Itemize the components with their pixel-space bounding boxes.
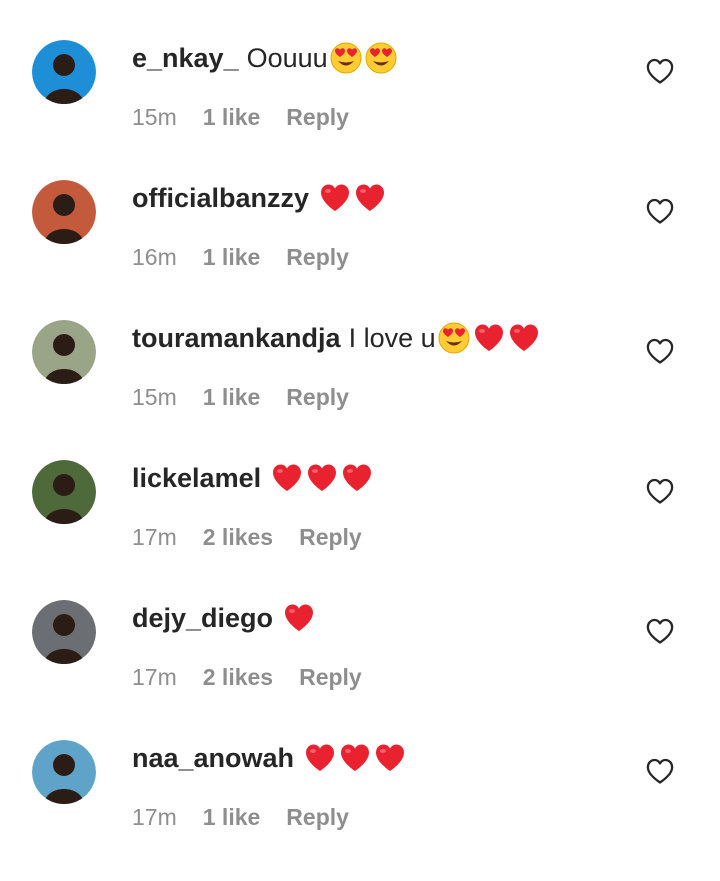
comment-time: 15m (132, 384, 177, 410)
reply-button[interactable]: Reply (286, 804, 349, 831)
username[interactable]: dejy_diego (132, 603, 273, 634)
comment-line: naa_anowah (132, 738, 407, 778)
red-heart-emoji (305, 461, 339, 495)
comment-text: Oouuu (247, 41, 398, 75)
comment-meta: 16m 1 like Reply (132, 244, 349, 271)
avatar[interactable] (32, 40, 96, 104)
comment-line: officialbanzzy (132, 178, 387, 218)
red-heart-emoji (282, 601, 316, 635)
reply-button[interactable]: Reply (286, 104, 349, 131)
comment-meta: 17m 2 likes Reply (132, 524, 362, 551)
username[interactable]: lickelamel (132, 463, 261, 494)
comment-item: naa_anowah 17m 1 like Reply (0, 700, 720, 840)
comment-line: dejy_diego (132, 598, 316, 638)
comment-meta: 15m 1 like Reply (132, 384, 349, 411)
comment-text (302, 741, 407, 775)
reply-button[interactable]: Reply (299, 664, 362, 691)
avatar[interactable] (32, 180, 96, 244)
avatar[interactable] (32, 460, 96, 524)
avatar[interactable] (32, 320, 96, 384)
emoji-group (281, 601, 316, 635)
emoji-group (269, 461, 374, 495)
comment-item: officialbanzzy 16m 1 like Reply (0, 140, 720, 280)
comment-line: e_nkay_ Oouuu (132, 38, 398, 78)
comment-text (317, 181, 387, 215)
reply-button[interactable]: Reply (286, 244, 349, 271)
comment-meta: 17m 2 likes Reply (132, 664, 362, 691)
heart-outline-icon[interactable] (646, 478, 674, 504)
heart-outline-icon[interactable] (646, 198, 674, 224)
red-heart-emoji (507, 321, 541, 355)
red-heart-emoji (270, 461, 304, 495)
username[interactable]: e_nkay_ (132, 43, 239, 74)
red-heart-emoji (340, 461, 374, 495)
red-heart-emoji (338, 741, 372, 775)
username[interactable]: officialbanzzy (132, 183, 309, 214)
username[interactable]: touramankandja (132, 323, 341, 354)
comment-item: lickelamel 17m 2 likes Reply (0, 420, 720, 560)
comment-line: touramankandja I love u (132, 318, 541, 358)
emoji-group (302, 741, 407, 775)
comment-item: e_nkay_ Oouuu 15m 1 like Reply (0, 0, 720, 140)
comment-meta: 17m 1 like Reply (132, 804, 349, 831)
heart-outline-icon[interactable] (646, 338, 674, 364)
heart-eyes-emoji (329, 41, 363, 75)
comment-time: 17m (132, 664, 177, 690)
comment-time: 17m (132, 804, 177, 830)
comment-item: dejy_diego 17m 2 likes Reply (0, 560, 720, 700)
heart-outline-icon[interactable] (646, 58, 674, 84)
comment-text (281, 601, 316, 635)
comment-time: 16m (132, 244, 177, 270)
red-heart-emoji (353, 181, 387, 215)
comment-text-string: Oouuu (246, 42, 328, 73)
like-count[interactable]: 1 like (203, 104, 261, 131)
heart-eyes-emoji (437, 321, 471, 355)
red-heart-emoji (472, 321, 506, 355)
like-count[interactable]: 1 like (203, 804, 261, 831)
comment-time: 15m (132, 104, 177, 130)
red-heart-emoji (303, 741, 337, 775)
username[interactable]: naa_anowah (132, 743, 294, 774)
like-count[interactable]: 1 like (203, 384, 261, 411)
comment-item: touramankandja I love u 15m 1 like Reply (0, 280, 720, 420)
comment-text-string: I love u (348, 322, 436, 353)
heart-outline-icon[interactable] (646, 618, 674, 644)
reply-button[interactable]: Reply (299, 524, 362, 551)
heart-eyes-emoji (364, 41, 398, 75)
red-heart-emoji (373, 741, 407, 775)
like-count[interactable]: 2 likes (203, 524, 273, 551)
emoji-group (328, 41, 398, 75)
comment-line: lickelamel (132, 458, 374, 498)
avatar[interactable] (32, 740, 96, 804)
comment-meta: 15m 1 like Reply (132, 104, 349, 131)
avatar[interactable] (32, 600, 96, 664)
comment-time: 17m (132, 524, 177, 550)
red-heart-emoji (318, 181, 352, 215)
heart-outline-icon[interactable] (646, 758, 674, 784)
emoji-group (317, 181, 387, 215)
comment-text (269, 461, 374, 495)
reply-button[interactable]: Reply (286, 384, 349, 411)
like-count[interactable]: 2 likes (203, 664, 273, 691)
like-count[interactable]: 1 like (203, 244, 261, 271)
emoji-group (436, 321, 541, 355)
comment-text: I love u (349, 321, 541, 355)
